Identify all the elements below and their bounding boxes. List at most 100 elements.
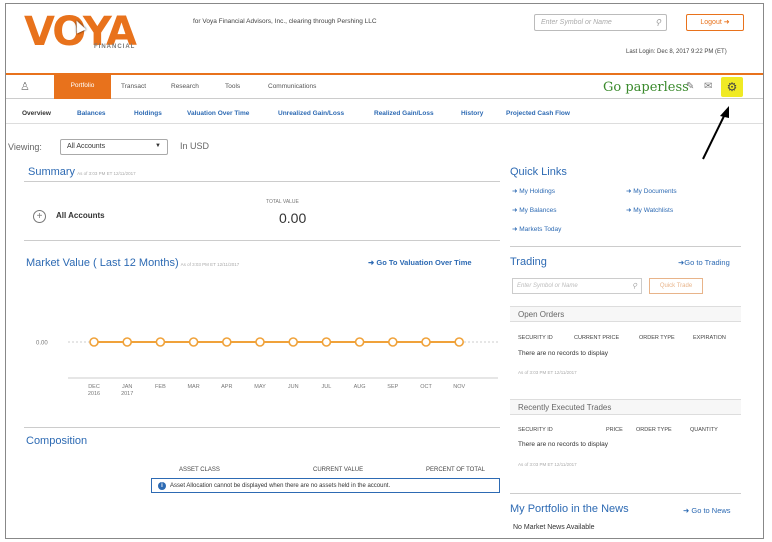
pen-icon[interactable]: ✎ [686,81,694,92]
logo-subtitle: FINANCIAL [94,44,136,50]
subtab-holdings[interactable]: Holdings [134,110,162,117]
data-point [89,337,99,347]
x-tick-label: DEC [88,384,100,390]
market-value-title-text: Market Value ( Last 12 Months) [26,257,179,269]
mail-icon[interactable]: ✉ [704,81,712,92]
divider [510,493,741,494]
chevron-down-icon: ▼ [155,143,161,149]
browser-frame: VOYA FINANCIAL for Voya Financial Adviso… [5,3,764,539]
col-percent-total: PERCENT OF TOTAL [426,467,485,473]
data-point [454,337,465,347]
voya-logo[interactable]: VOYA FINANCIAL [24,12,164,54]
subtab-history[interactable]: History [461,110,483,117]
x-tick-label: AUG [354,384,366,390]
logout-label: Logout [700,19,722,26]
news-title: My Portfolio in the News [510,503,629,515]
subtab-balances[interactable]: Balances [77,110,106,117]
recent-trades-header: Recently Executed Trades [510,399,741,415]
tab-research[interactable]: Research [171,83,199,90]
viewing-label: Viewing: [8,142,42,152]
main-nav: ♙ Portfolio Transact Research Tools Comm… [6,73,763,99]
trade-placeholder: Enter Symbol or Name [517,283,578,289]
summary-account-name: All Accounts [56,211,105,220]
settings-gear-icon[interactable]: ⚙ [721,77,743,97]
go-to-trading-link[interactable]: ➜Go to Trading [678,258,730,267]
x-tick-label: APR [221,384,232,390]
go-paperless-link[interactable]: Go paperless [603,80,689,95]
col-order-type: ORDER TYPE [639,335,675,341]
y-tick-label: 0.00 [36,341,48,347]
quick-link-label: My Documents [633,188,677,195]
search-icon[interactable]: ⚲ [655,18,661,27]
open-orders-empty: There are no records to display [518,350,608,357]
quick-link-my-documents[interactable]: ➜ My Documents [626,187,677,195]
x-tick-label: 2016 [88,391,100,397]
col-current-value: CURRENT VALUE [313,467,364,473]
search-icon[interactable]: ⚲ [632,282,637,290]
total-value-label: TOTAL VALUE [266,199,299,205]
col-current-price: CURRENT PRICE [574,335,620,341]
col-quantity: QUANTITY [690,427,718,433]
quick-link-my-holdings[interactable]: ➜ My Holdings [512,187,555,195]
data-point [387,337,398,347]
data-point [255,337,265,347]
x-tick-label: MAY [254,384,266,390]
x-tick-label: MAR [187,384,199,390]
data-point [421,337,431,347]
quick-link-markets-today[interactable]: ➜ Markets Today [512,225,561,233]
divider [24,427,500,428]
search-placeholder: Enter Symbol or Name [541,19,612,26]
home-people-icon[interactable]: ♙ [20,80,30,93]
quick-link-label: My Balances [519,207,557,214]
summary-title: Summary As of 3:03 PM ET 12/11/2017 [28,166,136,178]
go-to-news-link[interactable]: ➜ Go to News [683,506,731,515]
col-order-type: ORDER TYPE [636,427,672,433]
logout-button[interactable]: Logout ➜ [686,14,744,31]
subtab-valuation-over-time[interactable]: Valuation Over Time [187,110,249,117]
divider [24,240,500,241]
subtab-unrealized-gain-loss[interactable]: Unrealized Gain/Loss [278,110,344,117]
tab-transact[interactable]: Transact [121,83,146,90]
summary-as-of: As of 3:03 PM ET 12/11/2017 [77,171,136,176]
quick-trade-button[interactable]: Quick Trade [649,278,703,294]
data-point [155,337,166,347]
logout-icon: ➜ [723,19,730,26]
news-empty: No Market News Available [513,524,595,531]
go-to-news-label: Go to News [691,506,731,515]
tab-communications[interactable]: Communications [268,83,316,90]
symbol-search-input[interactable]: Enter Symbol or Name ⚲ [534,14,667,31]
tab-tools[interactable]: Tools [225,83,240,90]
firm-disclosure: for Voya Financial Advisors, Inc., clear… [193,18,377,25]
x-tick-label: OCT [420,384,432,390]
composition-title: Composition [26,435,88,447]
x-tick-label: FEB [155,384,166,390]
data-point [288,337,299,347]
account-select[interactable]: All Accounts ▼ [60,139,168,155]
go-to-valuation-link[interactable]: ➜ Go To Valuation Over Time [368,258,472,267]
total-value: 0.00 [279,210,307,226]
col-security-id: SECURITY ID [518,335,553,341]
quick-link-my-watchlists[interactable]: ➜ My Watchlists [626,206,673,214]
x-tick-label: JUL [322,384,332,390]
recent-trades-empty: There are no records to display [518,441,608,448]
go-to-trading-label: Go to Trading [684,258,730,267]
currency-label: In USD [180,141,210,151]
col-expiration: EXPIRATION [693,335,726,341]
quick-link-my-balances[interactable]: ➜ My Balances [512,206,556,214]
market-value-title: Market Value ( Last 12 Months) As of 3:03… [26,257,239,269]
market-value-as-of: As of 3:03 PM ET 12/11/2017 [180,262,240,267]
subtab-overview[interactable]: Overview [22,110,51,117]
open-orders-header: Open Orders [510,306,741,322]
x-tick-label: SEP [387,384,398,390]
subtab-projected-cash-flow[interactable]: Projected Cash Flow [506,110,570,117]
data-point [222,337,232,347]
quick-links-title: Quick Links [510,166,567,178]
divider [510,246,741,247]
quick-link-label: Markets Today [519,226,562,233]
trade-symbol-input[interactable]: Enter Symbol or Name ⚲ [512,278,642,294]
subtab-realized-gain-loss[interactable]: Realized Gain/Loss [374,110,434,117]
last-login-text: Last Login: Dec 8, 2017 9:22 PM (ET) [626,49,727,55]
tab-portfolio[interactable]: Portfolio [54,75,111,99]
expand-plus-icon[interactable]: + [33,210,46,223]
quick-link-label: My Watchlists [633,207,674,214]
